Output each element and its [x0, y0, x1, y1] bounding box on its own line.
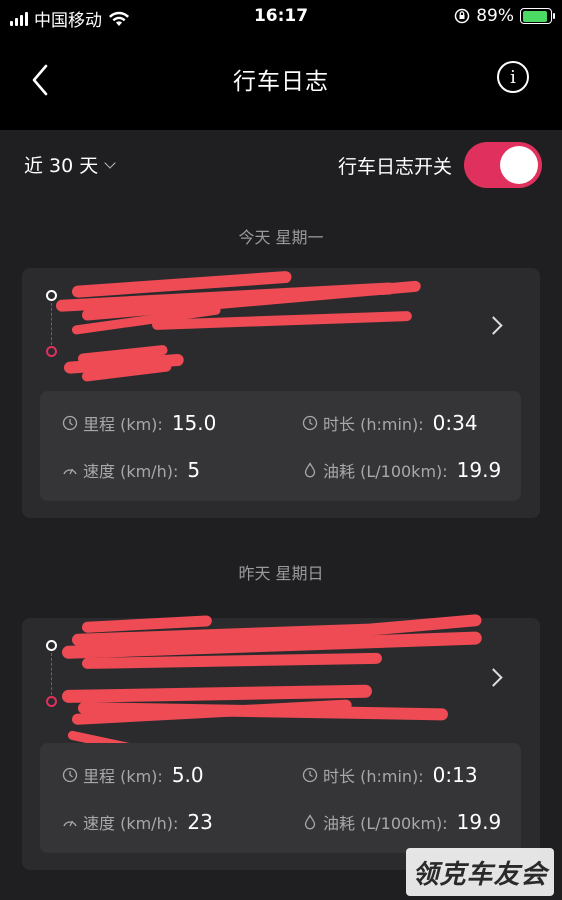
- stat-value: 19.9: [456, 810, 502, 834]
- toggle-knob: [500, 146, 538, 184]
- date-range-select[interactable]: 近 30 天: [24, 151, 116, 178]
- watermark-logo: 领克车友会: [406, 848, 554, 896]
- stat-fuel: 油耗 (L/100km): 19.9: [302, 810, 501, 834]
- clock-icon: [302, 767, 318, 783]
- route-icon: [62, 767, 78, 783]
- stat-mileage: 里程 (km): 5.0: [62, 763, 204, 787]
- nav-bar: 行车日志 i: [0, 34, 562, 130]
- battery-charging-icon: [520, 8, 555, 24]
- stat-speed: 速度 (km/h): 23: [62, 810, 213, 834]
- stat-label: 油耗 (L/100km):: [323, 462, 448, 481]
- speedometer-icon: [63, 468, 77, 475]
- info-icon: i: [510, 66, 516, 88]
- start-point-icon: [46, 640, 57, 651]
- driving-log-toggle[interactable]: [464, 142, 542, 188]
- stat-value: 23: [187, 810, 213, 834]
- stat-label: 油耗 (L/100km):: [323, 814, 448, 833]
- stat-value: 0:34: [432, 411, 478, 435]
- chevron-down-icon: [104, 156, 116, 169]
- stat-value: 19.9: [456, 458, 502, 482]
- chevron-right-icon: [484, 668, 503, 687]
- status-bar: 中国移动 16:17 89%: [0, 0, 562, 34]
- fuel-drop-icon: [304, 814, 316, 830]
- fuel-drop-icon: [304, 462, 316, 478]
- stat-label: 里程 (km):: [83, 415, 163, 434]
- end-point-icon: [46, 696, 57, 707]
- orientation-lock-icon: [454, 8, 470, 24]
- speedometer-icon: [63, 820, 77, 827]
- trip-stats: 里程 (km): 15.0 时长 (h:min): 0:34 速度 (km/h)…: [40, 391, 521, 501]
- clock-icon: [302, 415, 318, 431]
- stat-mileage: 里程 (km): 15.0: [62, 411, 216, 435]
- battery-fill: [522, 10, 547, 22]
- stat-duration: 时长 (h:min): 0:34: [302, 411, 478, 435]
- stat-speed: 速度 (km/h): 5: [62, 458, 200, 482]
- trip-card-yesterday[interactable]: 里程 (km): 5.0 时长 (h:min): 0:13 速度 (km/h):…: [22, 613, 540, 870]
- info-button[interactable]: i: [497, 61, 529, 93]
- chevron-right-icon: [484, 316, 503, 335]
- watermark-text: 领克车友会: [412, 859, 548, 890]
- stat-value: 0:13: [432, 763, 478, 787]
- trip-card-today[interactable]: 里程 (km): 15.0 时长 (h:min): 0:34 速度 (km/h)…: [22, 268, 540, 518]
- day-header-yesterday: 昨天 星期日: [238, 564, 324, 583]
- stat-label: 时长 (h:min):: [323, 767, 424, 786]
- stat-label: 速度 (km/h):: [83, 462, 179, 481]
- route-line: [51, 653, 52, 695]
- stat-label: 速度 (km/h):: [83, 814, 179, 833]
- day-header-today: 今天 星期一: [238, 228, 324, 247]
- battery-percent: 89%: [476, 6, 514, 26]
- stat-fuel: 油耗 (L/100km): 19.9: [302, 458, 501, 482]
- stat-duration: 时长 (h:min): 0:13: [302, 763, 478, 787]
- status-right: 89%: [454, 6, 555, 26]
- route-icon: [62, 415, 78, 431]
- stat-value: 15.0: [171, 411, 217, 435]
- trip-route: [42, 613, 482, 762]
- date-range-label: 近 30 天: [24, 155, 99, 177]
- filter-row: 近 30 天 行车日志开关: [0, 130, 562, 196]
- end-point-icon: [46, 346, 57, 357]
- trip-stats: 里程 (km): 5.0 时长 (h:min): 0:13 速度 (km/h):…: [40, 743, 521, 853]
- driving-log-toggle-label: 行车日志开关: [337, 156, 452, 178]
- stat-value: 5.0: [171, 763, 204, 787]
- stat-label: 时长 (h:min):: [323, 415, 424, 434]
- stat-label: 里程 (km):: [83, 767, 163, 786]
- stat-value: 5: [187, 458, 201, 482]
- start-point-icon: [46, 290, 57, 301]
- route-line: [51, 303, 52, 345]
- trip-route: [42, 270, 462, 382]
- page-title: 行车日志: [233, 69, 329, 95]
